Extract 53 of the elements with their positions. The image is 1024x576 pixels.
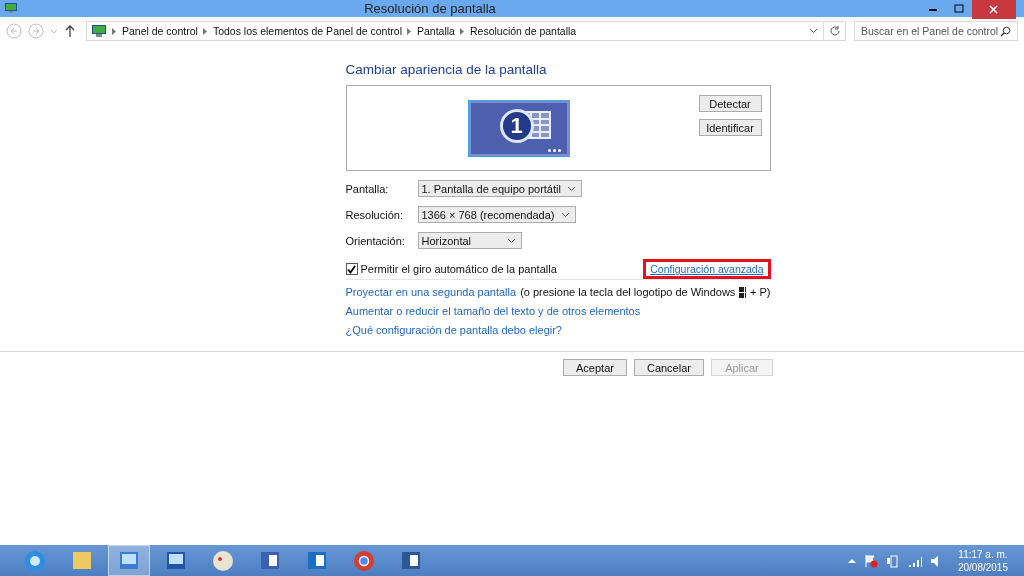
- speaker-icon[interactable]: [929, 553, 940, 568]
- clock-time: 11:17 a. m.: [958, 547, 1008, 561]
- separator-arrow-icon: [459, 27, 465, 35]
- checkbox-label: Permitir el giro automático de la pantalla: [360, 263, 557, 275]
- clock[interactable]: 11:17 a. m. 20/08/2015: [957, 547, 1008, 574]
- browser-icon: [22, 548, 48, 573]
- dialog-button[interactable]: Aceptar: [563, 359, 627, 376]
- breadcrumb[interactable]: Pantalla: [417, 25, 455, 37]
- caret-icon: [566, 185, 576, 192]
- browser-icon: [351, 548, 377, 573]
- breadcrumb[interactable]: Resolución de pantalla: [469, 25, 577, 37]
- display-number: 1: [499, 109, 534, 143]
- show-hidden-icons-icon[interactable]: [847, 557, 856, 564]
- dialog-button[interactable]: Cancelar: [633, 359, 704, 376]
- separator-arrow-icon: [112, 27, 117, 35]
- display-button[interactable]: Detectar: [698, 95, 762, 112]
- setting-label: Pantalla:: [345, 182, 390, 195]
- caret-icon: [560, 211, 570, 218]
- separator-arrow-icon: [407, 27, 412, 35]
- shortcut-key: + P): [750, 286, 771, 298]
- setting-label: Orientación:: [345, 234, 406, 247]
- refresh-icon[interactable]: [829, 25, 841, 37]
- up-button[interactable]: [64, 24, 76, 38]
- help-link[interactable]: ¿Qué configuración de pantalla debo elegir?: [345, 324, 562, 336]
- clock-date: 20/08/2015: [957, 560, 1008, 574]
- recent-dropdown-icon[interactable]: [50, 27, 58, 35]
- checkbox[interactable]: [345, 263, 358, 275]
- search-icon: [1000, 25, 1011, 37]
- close-button[interactable]: [972, 0, 1016, 19]
- windows-logo-icon: [739, 286, 746, 298]
- project-link[interactable]: Proyectar en una segunda pantalla: [345, 286, 517, 298]
- taskbar-button[interactable]: [108, 545, 150, 576]
- monitor-icon: [4, 2, 18, 14]
- setting-dropdown[interactable]: Horizontal: [417, 232, 522, 249]
- display-tile[interactable]: 1: [467, 100, 570, 157]
- address-field[interactable]: Panel de control Todos los elementos de Panel de control Pantalla Resolución de pantalla: [86, 21, 846, 41]
- help-link[interactable]: Aumentar o reducir el tamaño del texto y de otros elementos: [345, 305, 641, 317]
- shortcut-note: (o presione la tecla del logotipo de Windows: [520, 286, 736, 298]
- page-heading: Cambiar apariencia de la pantalla: [345, 62, 548, 77]
- separator-arrow-icon: [202, 27, 208, 35]
- battery-icon[interactable]: [885, 553, 900, 568]
- search-field[interactable]: Buscar en el Panel de control: [854, 21, 1018, 41]
- breadcrumb[interactable]: Panel de control: [122, 25, 198, 37]
- caret-icon: [506, 237, 516, 244]
- setting-label: Resolución:: [345, 208, 404, 221]
- setting-dropdown[interactable]: 1. Pantalla de equipo portátil: [417, 180, 582, 197]
- setting-dropdown[interactable]: 1366 × 768 (recomendada): [417, 206, 576, 223]
- flag-icon[interactable]: [863, 553, 878, 568]
- window-title: Resolución de pantalla: [363, 1, 497, 16]
- breadcrumb[interactable]: Todos los elementos de Panel de control: [212, 25, 402, 37]
- display-button[interactable]: Identificar: [698, 119, 762, 136]
- monitor-icon: [91, 24, 107, 38]
- advanced-settings-link[interactable]: Configuración avanzada: [643, 259, 771, 279]
